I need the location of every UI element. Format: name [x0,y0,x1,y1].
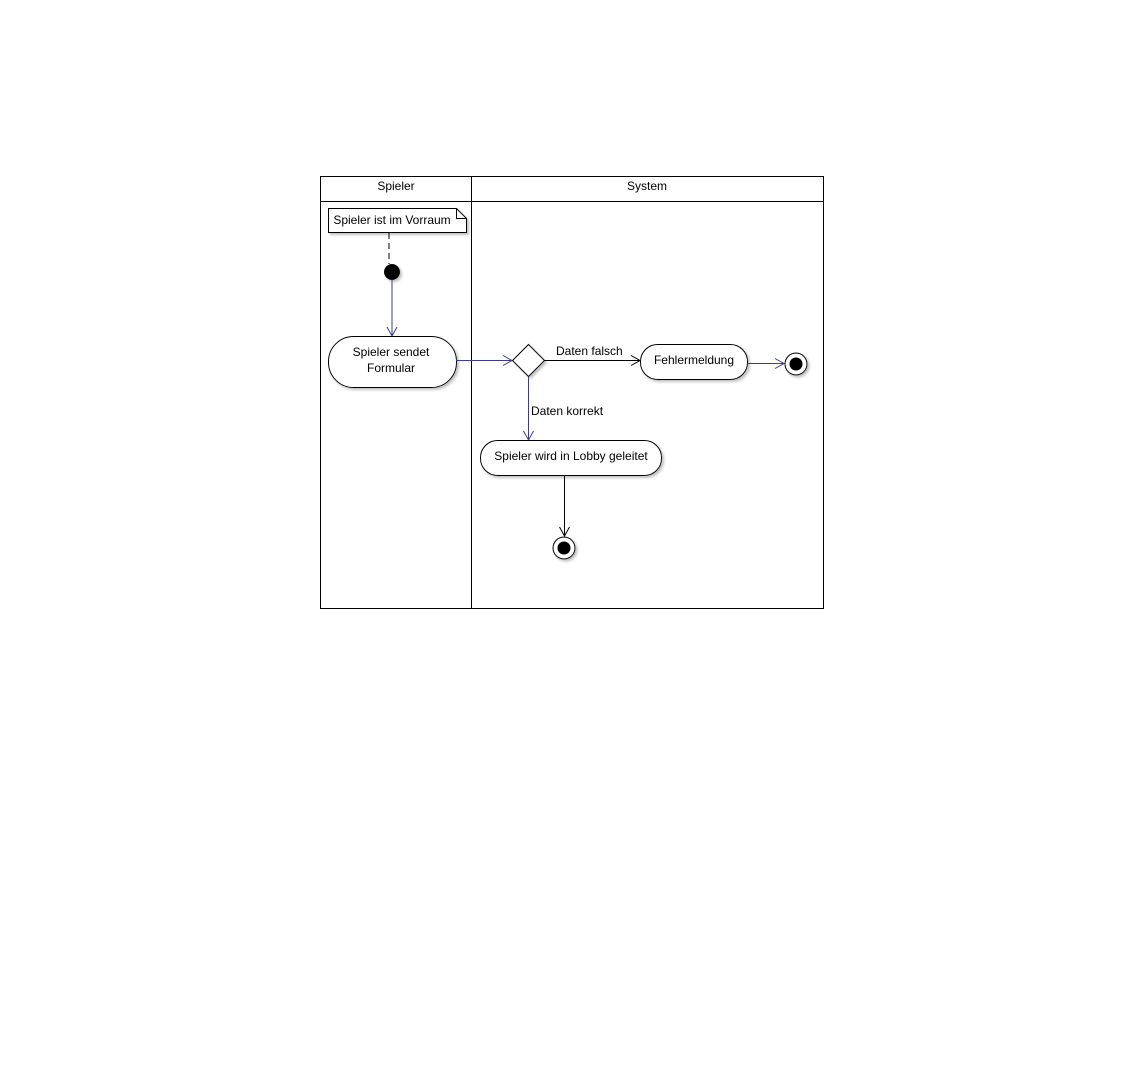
action-lobby[interactable]: Spieler wird in Lobby geleitet [480,440,662,476]
action-send-form-line1: Spieler sendet [353,345,430,359]
lane-title-system: System [627,179,667,193]
note-text: Spieler ist im Vorraum [333,213,450,227]
action-send-form-line2: Formular [367,361,415,375]
final-node-lobby[interactable] [552,536,576,560]
note[interactable]: Spieler ist im Vorraum [328,208,467,233]
action-send-form[interactable]: Spieler sendet Formular [328,336,457,388]
activity-diagram: Spieler System Spieler ist im Vorraum Sp… [320,176,824,609]
guard-daten-korrekt: Daten korrekt [531,404,604,418]
action-error-text: Fehlermeldung [654,353,734,367]
action-error[interactable]: Fehlermeldung [640,344,748,380]
action-lobby-text: Spieler wird in Lobby geleitet [494,449,648,463]
guard-daten-falsch: Daten falsch [556,344,623,358]
lane-title-spieler: Spieler [377,179,414,193]
final-node-dot [789,357,803,371]
final-node-dot [557,541,571,555]
final-node-error[interactable] [784,352,808,376]
initial-node[interactable] [384,264,400,280]
